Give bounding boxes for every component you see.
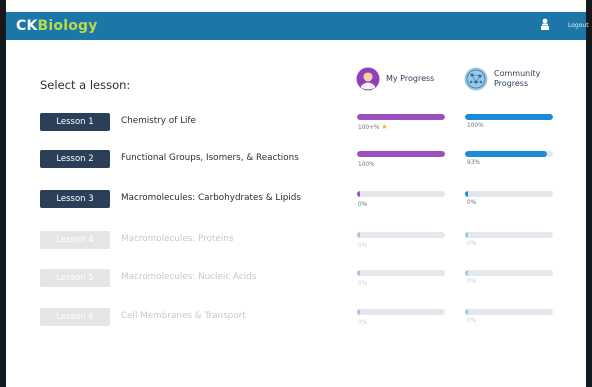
community-progress-fill <box>465 232 468 238</box>
community-progress-label: Community Progress <box>494 69 540 89</box>
community-progress-percent: 0% <box>467 318 477 324</box>
my-progress-header: My Progress <box>356 64 434 94</box>
user-icon[interactable] <box>540 18 550 32</box>
lesson-name: Macromolecules: Nucleic Acids <box>121 272 257 282</box>
community-progress-fill <box>465 309 468 315</box>
community-progress-bar <box>465 270 553 276</box>
my-progress-percent: 100+% ★ <box>358 123 388 131</box>
lesson-name: Cell Membranes & Transport <box>121 311 246 321</box>
logo-ck: CK <box>16 18 38 34</box>
my-progress-percent: 0% <box>358 200 367 208</box>
my-progress-fill <box>357 309 360 315</box>
community-progress-fill <box>465 270 468 276</box>
my-progress-percent: 100% <box>358 160 375 168</box>
my-progress-fill <box>357 232 360 238</box>
community-label-line1: Community <box>494 69 541 78</box>
lesson-row: Lesson 4 Macromolecules: Proteins 0% 0% <box>0 228 592 252</box>
my-progress-bar <box>357 309 445 315</box>
lesson-button: Lesson 6 <box>40 308 110 326</box>
community-label-line2: Progress <box>494 79 529 88</box>
my-progress-bar <box>357 270 445 276</box>
community-progress-percent: 0% <box>467 200 477 206</box>
app-frame: CKBiology Logout Select a lesson: My Pro… <box>0 0 592 387</box>
community-progress-bar <box>465 191 553 197</box>
page-title: Select a lesson: <box>40 78 131 92</box>
my-progress-percent-text: 0% <box>358 243 368 249</box>
lesson-row: Lesson 2 Functional Groups, Isomers, & Re… <box>0 147 592 171</box>
my-progress-percent-text: 100+% <box>358 125 380 131</box>
community-progress-bar <box>465 309 553 315</box>
globe-network-icon <box>464 67 488 91</box>
student-avatar-icon <box>356 67 380 91</box>
community-progress-bar <box>465 114 553 120</box>
lesson-button: Lesson 5 <box>40 269 110 287</box>
community-progress-percent: 100% <box>467 123 484 129</box>
lesson-name: Macromolecules: Proteins <box>121 234 234 244</box>
community-progress-fill <box>465 151 547 157</box>
community-progress-fill <box>465 191 468 197</box>
my-progress-percent: 0% <box>358 279 367 287</box>
my-progress-fill <box>357 191 360 197</box>
lesson-row: Lesson 3 Macromolecules: Carbohydrates & … <box>0 187 592 211</box>
my-progress-percent: 0% <box>358 241 367 249</box>
my-progress-bar <box>357 191 445 197</box>
lesson-button[interactable]: Lesson 1 <box>40 113 110 131</box>
community-progress-percent: 0% <box>467 279 477 285</box>
my-progress-label: My Progress <box>386 74 435 83</box>
logo-biology: Biology <box>37 18 98 34</box>
community-progress-percent: 0% <box>467 241 477 247</box>
my-progress-percent-text: 0% <box>358 202 368 208</box>
community-progress-percent: 93% <box>467 160 480 166</box>
my-progress-percent: 0% <box>358 318 367 326</box>
community-progress-bar <box>465 232 553 238</box>
my-progress-bar <box>357 114 445 120</box>
lesson-row: Lesson 5 Macromolecules: Nucleic Acids 0% … <box>0 266 592 290</box>
my-progress-fill <box>357 114 445 120</box>
my-progress-fill <box>357 151 445 157</box>
lesson-name: Chemistry of Life <box>121 116 196 126</box>
community-progress-bar <box>465 151 553 157</box>
my-progress-bar <box>357 151 445 157</box>
community-progress-fill <box>465 114 553 120</box>
my-progress-percent-text: 0% <box>358 320 368 326</box>
lesson-button: Lesson 4 <box>40 231 110 249</box>
my-progress-fill <box>357 270 360 276</box>
my-progress-percent-text: 0% <box>358 281 368 287</box>
ckbiology-logo[interactable]: CKBiology <box>16 18 98 34</box>
star-icon: ★ <box>381 123 388 131</box>
my-progress-percent-text: 100% <box>358 162 375 168</box>
lesson-button[interactable]: Lesson 2 <box>40 150 110 168</box>
community-progress-header: Community Progress <box>464 64 540 94</box>
lesson-name: Functional Groups, Isomers, & Reactions <box>121 153 299 163</box>
lesson-button[interactable]: Lesson 3 <box>40 190 110 208</box>
top-bar: CKBiology Logout <box>6 12 589 40</box>
lesson-row: Lesson 1 Chemistry of Life 100+% ★ 100% <box>0 110 592 134</box>
logout-link[interactable]: Logout <box>568 22 589 29</box>
my-progress-bar <box>357 232 445 238</box>
lesson-row: Lesson 6 Cell Membranes & Transport 0% 0% <box>0 305 592 329</box>
lesson-name: Macromolecules: Carbohydrates & Lipids <box>121 193 301 203</box>
